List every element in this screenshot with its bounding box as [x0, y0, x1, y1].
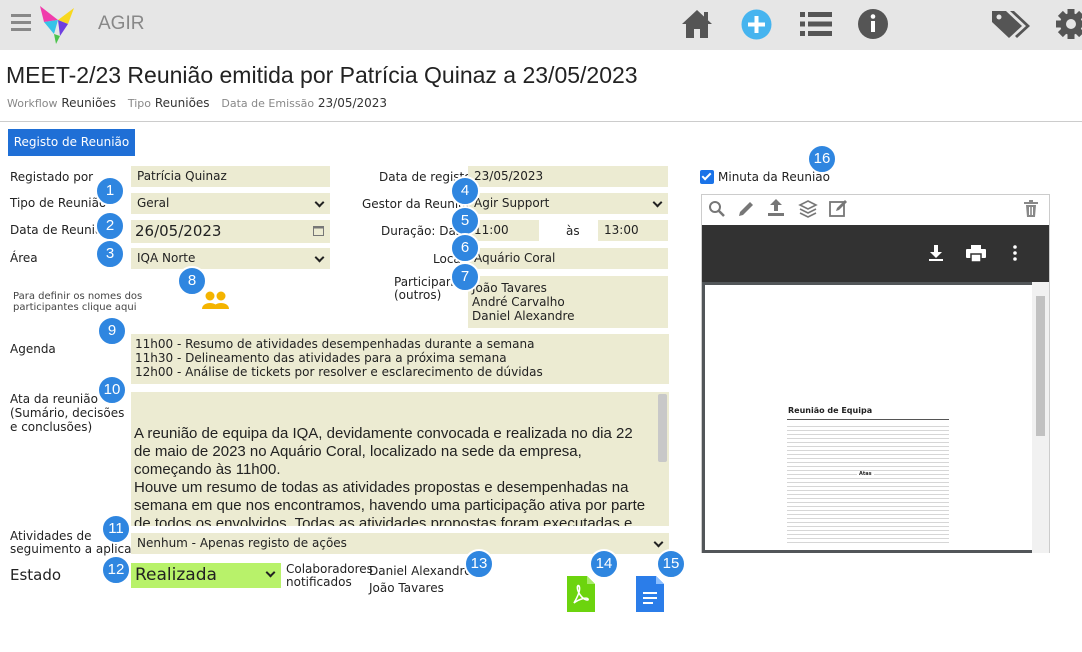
participant-name: Daniel Alexandre — [472, 309, 575, 323]
pdf-content-lines — [787, 423, 949, 543]
more-vert-icon[interactable] — [1012, 245, 1018, 261]
page-title: MEET-2/23 Reunião emitida por Patrícia Q… — [6, 62, 638, 88]
participantes-hint[interactable]: Para definir os nomes dos participantes … — [13, 291, 203, 313]
print-icon[interactable] — [966, 245, 986, 262]
tipo-reuniao-label: Tipo de Reunião — [10, 196, 107, 210]
participant-name: João Tavares — [472, 281, 547, 295]
pdf-section-title: Atas — [857, 471, 874, 477]
atividades-select[interactable]: Nenhum - Apenas registo de ações — [131, 533, 669, 554]
edit-box-icon[interactable] — [828, 199, 848, 219]
data-registo-field: 23/05/2023 — [468, 166, 668, 187]
search-icon[interactable] — [708, 200, 726, 218]
doc-file-icon[interactable] — [636, 576, 664, 612]
colaboradores-label: Colaboradores notificados — [286, 563, 373, 589]
tab-registo-reuniao[interactable]: Registo de Reunião — [8, 129, 135, 156]
step-badge: 6 — [450, 233, 480, 263]
step-badge: 12 — [101, 555, 131, 585]
meta-value: Reuniões — [61, 96, 117, 110]
gestor-select[interactable]: Agir Support — [468, 193, 668, 214]
colaboradores-label-line: notificados — [286, 575, 352, 589]
tags-icon[interactable] — [992, 9, 1030, 39]
info-icon[interactable] — [857, 8, 889, 40]
trash-icon[interactable] — [1023, 200, 1039, 218]
estado-label: Estado — [10, 566, 62, 584]
pdf-page: Reunião de Equipa Atas — [705, 285, 1032, 550]
duracao-to-field[interactable]: 13:00 — [598, 220, 668, 241]
step-badge: 13 — [464, 549, 494, 579]
meta-label: Tipo — [127, 97, 152, 110]
step-badge: 5 — [450, 206, 480, 236]
duracao-sep: às — [566, 224, 580, 238]
ata-textarea[interactable]: A reunião de equipa da IQA, devidamente … — [131, 392, 669, 526]
agenda-field[interactable]: 11h00 - Resumo de atividades desempenhad… — [131, 334, 669, 384]
home-icon[interactable] — [680, 8, 714, 40]
data-reuniao-field[interactable]: 26/05/2023 — [131, 220, 330, 243]
ata-scrollbar[interactable] — [658, 394, 667, 462]
step-badge: 4 — [450, 176, 480, 206]
ata-text: A reunião de equipa da IQA, devidamente … — [134, 425, 646, 526]
data-reuniao-value: 26/05/2023 — [135, 222, 222, 240]
step-badge: 3 — [95, 239, 125, 269]
layers-icon[interactable] — [798, 199, 818, 219]
pdf-header-rule — [787, 419, 949, 420]
pdf-viewer: Reunião de Equipa Atas — [701, 194, 1050, 553]
agenda-label: Agenda — [10, 342, 56, 356]
viewer-toolbar — [702, 195, 1049, 224]
hamburger-menu-icon[interactable] — [11, 14, 31, 32]
viewer-scrollbar[interactable] — [1032, 282, 1049, 553]
app-name: AGIR — [98, 13, 145, 34]
area-select[interactable]: IQA Norte — [131, 248, 330, 269]
page-meta: Workflow Reuniões Tipo Reuniões Data de … — [7, 96, 387, 110]
ata-label-line: (Sumário, decisões — [10, 406, 125, 420]
registado-por-label: Registado por — [10, 170, 94, 184]
step-badge: 11 — [101, 514, 131, 544]
colaboradores-list: Daniel Alexandre João Tavares — [369, 563, 472, 597]
meta-label: Workflow — [7, 97, 58, 110]
viewer-page-area: Reunião de Equipa Atas — [702, 282, 1049, 553]
local-field[interactable]: Aquário Coral — [468, 248, 668, 269]
agenda-line: 12h00 - Análise de tickets por resolver … — [135, 365, 543, 379]
download-icon[interactable] — [928, 244, 944, 262]
users-icon[interactable] — [202, 290, 230, 310]
pdf-file-icon[interactable] — [567, 576, 595, 612]
colaborador-name: Daniel Alexandre — [369, 564, 472, 578]
agir-logo-icon — [40, 6, 74, 44]
atividades-label-line: seguimento a aplicar — [10, 542, 137, 556]
estado-select[interactable]: Realizada — [131, 563, 281, 588]
step-badge: 15 — [656, 549, 686, 579]
agenda-line: 11h00 - Resumo de atividades desempenhad… — [135, 337, 535, 351]
tipo-reuniao-select[interactable]: Geral — [131, 193, 330, 214]
step-badge: 2 — [95, 211, 125, 241]
gear-icon[interactable] — [1054, 7, 1082, 41]
colaborador-name: João Tavares — [369, 581, 444, 595]
meta-value: 23/05/2023 — [317, 96, 388, 110]
upload-icon[interactable] — [766, 198, 786, 218]
area-label: Área — [10, 251, 38, 265]
step-badge: 7 — [450, 262, 480, 292]
add-circle-icon[interactable] — [741, 9, 772, 40]
step-badge: 8 — [177, 266, 207, 296]
step-badge: 9 — [97, 316, 127, 346]
pdf-doc-title: Reunião de Equipa — [788, 406, 873, 415]
participant-name: André Carvalho — [472, 295, 565, 309]
viewer-darkbar — [702, 225, 1049, 282]
meta-label: Data de Emissão — [221, 97, 315, 110]
pencil-icon[interactable] — [737, 200, 755, 218]
list-icon[interactable] — [800, 11, 832, 37]
meta-value: Reuniões — [154, 96, 210, 110]
registado-por-field: Patrícia Quinaz — [131, 166, 330, 187]
minuta-label[interactable]: Minuta da Reunião — [718, 170, 830, 184]
ata-label-line: e conclusões) — [10, 420, 93, 434]
participantes-outros-field[interactable]: João Tavares André Carvalho Daniel Alexa… — [468, 276, 668, 328]
calendar-icon[interactable] — [313, 225, 324, 236]
top-bar: AGIR — [0, 0, 1082, 50]
step-badge: 16 — [807, 144, 837, 174]
step-badge: 10 — [97, 375, 127, 405]
agenda-line: 11h30 - Delineamento das atividades para… — [135, 351, 507, 365]
step-badge: 1 — [95, 176, 125, 206]
minuta-checkbox[interactable] — [700, 170, 714, 184]
step-badge: 14 — [589, 549, 619, 579]
title-divider — [0, 121, 1082, 122]
